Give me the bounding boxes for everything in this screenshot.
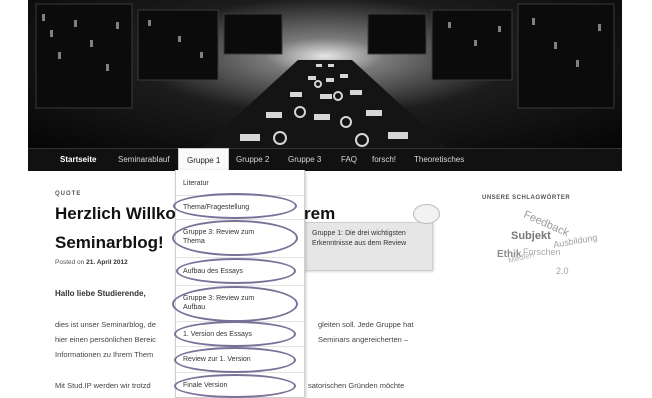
post-title-line2[interactable]: Seminarblog! — [55, 233, 164, 253]
posted-prefix: Posted on — [55, 259, 85, 266]
dropdown-item-erste-version[interactable]: 1. Version des Essays — [176, 321, 304, 347]
dropdown-item-review-erste-version[interactable]: Review zur 1. Version — [176, 346, 304, 373]
tag-subjekt[interactable]: Subjekt — [511, 230, 551, 242]
nav-item-gruppe-2[interactable]: Gruppe 2 — [228, 149, 277, 171]
nav-item-faq[interactable]: FAQ — [333, 149, 365, 171]
header-banner-image — [28, 0, 622, 148]
speech-bubble-icon — [413, 204, 440, 224]
paragraph-line: hier einen persönlichen Bereic — [55, 335, 156, 344]
paragraph-line: Mit Stud.IP werden wir trotzd — [55, 381, 151, 390]
paragraph-line: Seminars angereicherten – — [318, 335, 409, 344]
dropdown-item-aufbau-essays[interactable]: Aufbau des Essays — [176, 257, 304, 286]
nav-item-startseite[interactable]: Startseite — [52, 149, 104, 171]
dropdown-item-review-aufbau[interactable]: Gruppe 3: Review zum Aufbau — [176, 285, 304, 322]
dropdown-item-label: Aufbau — [183, 304, 206, 311]
nav-item-forsch[interactable]: forsch! — [364, 149, 404, 171]
nav-item-theoretisches[interactable]: Theoretisches — [406, 149, 472, 171]
dropdown-item-literatur[interactable]: Literatur — [176, 170, 304, 196]
main-navigation: Startseite Seminarablauf Gruppe 1 Gruppe… — [28, 148, 622, 173]
dropdown-item-label: 1. Version des Essays — [183, 331, 252, 338]
paragraph-line: Informationen zu Ihrem Them — [55, 350, 154, 359]
paragraph-line: satorischen Gründen möchte — [308, 381, 405, 390]
dropdown-item-label: Thema — [183, 238, 205, 245]
sidebar-heading: UNSERE SCHLAGWÖRTER — [482, 195, 571, 201]
paragraph-line: dies ist unser Seminarblog, de — [55, 320, 156, 329]
annotation-callout: Gruppe 1: Die drei wichtigsten Erkenntni… — [297, 222, 433, 271]
dropdown-item-label: Review zur 1. Version — [183, 356, 251, 363]
dropdown-item-label: Gruppe 3: Review zum — [183, 229, 255, 236]
dropdown-item-label: Thema/Fragestellung — [183, 204, 250, 211]
dropdown-item-review-thema[interactable]: Gruppe 3: Review zum Thema — [176, 219, 304, 258]
nav-item-gruppe-3[interactable]: Gruppe 3 — [280, 149, 329, 171]
post-meta: Posted on 21. April 2012 — [55, 259, 128, 266]
dropdown-item-label: Gruppe 3: Review zum — [183, 295, 255, 302]
nav-item-seminarablauf[interactable]: Seminarablauf — [110, 149, 178, 171]
dropdown-item-finale-version[interactable]: Finale Version — [176, 372, 304, 397]
dropdown-item-thema-fragestellung[interactable]: Thema/Fragestellung — [176, 195, 304, 220]
banner-graphic — [35, 3, 615, 148]
post-title-line1-start[interactable]: Herzlich Willkor — [55, 204, 182, 224]
post-title-line1-end[interactable]: rem — [304, 204, 335, 224]
dropdown-item-label: Aufbau des Essays — [183, 268, 243, 275]
dropdown-item-label: Finale Version — [183, 382, 228, 389]
dropdown-item-label: Literatur — [183, 180, 209, 187]
post-format-label: QUOTE — [55, 191, 82, 197]
paragraph-line: gleiten soll. Jede Gruppe hat — [318, 320, 414, 329]
tag-2-0[interactable]: 2.0 — [556, 266, 569, 276]
posted-date[interactable]: 21. April 2012 — [86, 259, 128, 266]
post-greeting: Hallo liebe Studierende, — [55, 289, 146, 298]
gruppe-1-dropdown-menu: Literatur Thema/Fragestellung Gruppe 3: … — [172, 170, 305, 398]
callout-text: Gruppe 1: Die drei wichtigsten Erkenntni… — [312, 230, 407, 247]
